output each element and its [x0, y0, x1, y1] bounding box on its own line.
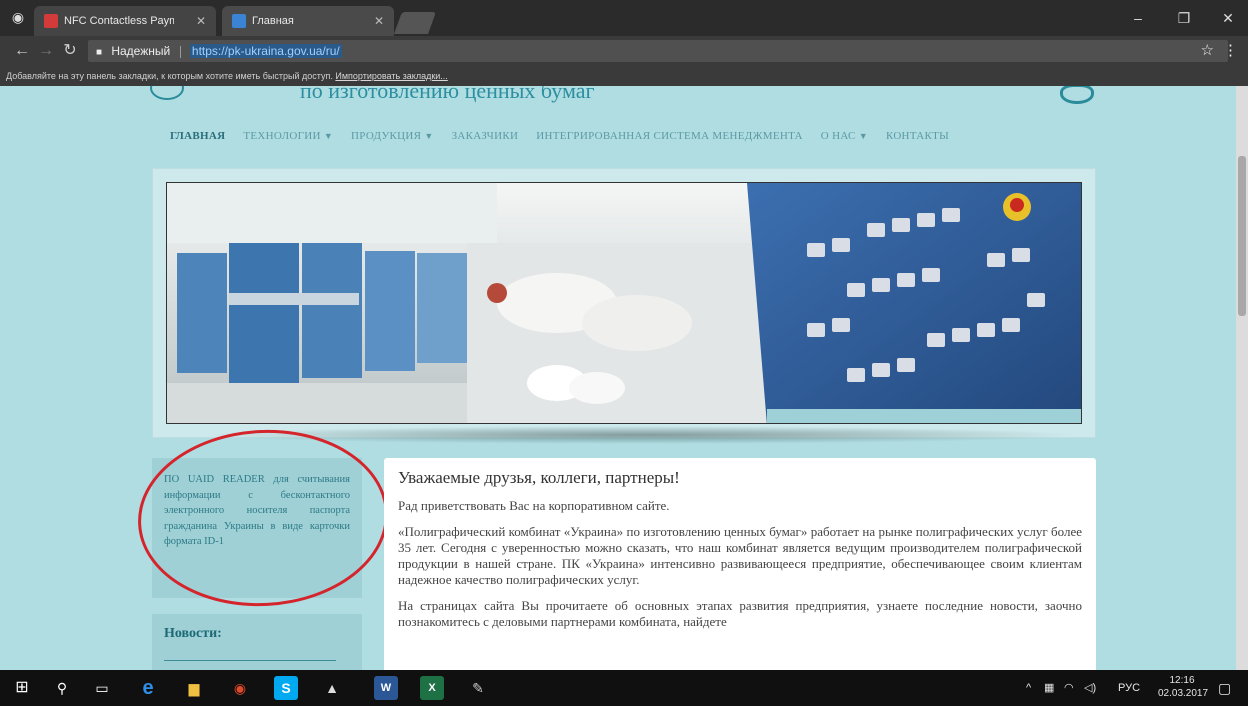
notifications-icon[interactable]: ▢: [1218, 670, 1231, 706]
nav-item-glavnaya[interactable]: ГЛАВНАЯ: [170, 130, 225, 148]
tab-favicon: [232, 14, 246, 28]
back-icon[interactable]: ←: [12, 41, 32, 61]
bookmarks-hint: Добавляйте на эту панель закладки, к кот…: [6, 71, 333, 81]
paint-icon[interactable]: ✎: [466, 676, 490, 700]
browser-toolbar: ← → ↻ ■ Надежный https://pk-ukraina.gov.…: [0, 36, 1248, 66]
chevron-down-icon: ▼: [424, 131, 434, 141]
taskbar-clock[interactable]: 12:16 02.03.2017: [1158, 674, 1209, 700]
volume-icon[interactable]: ◁): [1084, 670, 1096, 706]
tab-nfc[interactable]: NFC Contactless Paymen ✕: [34, 6, 216, 36]
menu-icon[interactable]: ⋮: [1223, 41, 1238, 61]
tab-title: NFC Contactless Paymen: [64, 15, 174, 27]
article-paragraph: На страницах сайта Вы прочитаете об осно…: [398, 598, 1082, 629]
uaid-reader-box[interactable]: ПО UAID READER для считывания информации…: [152, 458, 362, 598]
forward-icon[interactable]: →: [36, 41, 56, 61]
clock-date: 02.03.2017: [1158, 688, 1209, 699]
close-icon[interactable]: ✕: [374, 6, 384, 36]
site-header-text: по изготовлению ценных бумаг: [300, 86, 595, 103]
hero-banner-image: [166, 182, 1082, 424]
windows-start-icon[interactable]: ⊞: [10, 676, 34, 700]
page-scrollbar[interactable]: [1236, 86, 1248, 670]
new-tab-button[interactable]: [393, 12, 437, 34]
tab-glavnaya[interactable]: Главная ✕: [222, 6, 394, 36]
article-paragraph: Рад приветствовать Вас на корпоративном …: [398, 498, 670, 513]
nav-item-zakazchiki[interactable]: ЗАКАЗЧИКИ: [452, 130, 519, 148]
news-title: Новости:: [164, 626, 222, 641]
chevron-down-icon: ▼: [323, 131, 334, 141]
banner-illustration: [167, 183, 1081, 423]
welcome-article: Уважаемые друзья, коллеги, партнеры! Рад…: [384, 458, 1096, 670]
nav-item-kontakty[interactable]: КОНТАКТЫ: [886, 130, 949, 148]
article-paragraph: «Полиграфический комбинат «Украина» по и…: [398, 524, 1082, 587]
photos-icon[interactable]: ▲: [320, 676, 344, 700]
scrollbar-thumb[interactable]: [1238, 156, 1246, 316]
close-icon[interactable]: ✕: [196, 6, 206, 36]
task-view-icon[interactable]: ▭: [90, 676, 114, 700]
news-box: Новости:: [152, 614, 362, 670]
nav-item-ism[interactable]: ИНТЕГРИРОВАННАЯ СИСТЕМА МЕНЕДЖМЕНТА: [536, 130, 803, 148]
chevron-down-icon: ▼: [858, 131, 868, 141]
clock-time: 12:16: [1169, 675, 1195, 686]
bookmarks-bar: Добавляйте на эту панель закладки, к кот…: [0, 66, 1248, 86]
maximize-icon[interactable]: ❐: [1164, 0, 1204, 36]
url-text[interactable]: https://pk-ukraina.gov.ua/ru/: [189, 44, 342, 58]
article-heading: Уважаемые друзья, коллеги, партнеры!: [398, 468, 680, 487]
nav-item-tehnologii[interactable]: ТЕХНОЛОГИИ ▼: [243, 130, 333, 148]
windows-taskbar: ⊞ ⚲ ▭ e ▆ ◉ S ▲ W X ✎ ^ ▦ ◠ ◁) РУС 12:16…: [0, 670, 1248, 706]
chrome-icon[interactable]: ◉: [228, 676, 252, 700]
tray-chevron-icon[interactable]: ^: [1026, 670, 1031, 706]
nav-item-produkciya[interactable]: ПРОДУКЦИЯ ▼: [351, 130, 434, 148]
banner-shadow: [200, 426, 1080, 444]
excel-icon[interactable]: X: [420, 676, 444, 700]
nav-item-o-nas[interactable]: О НАС ▼: [821, 130, 868, 148]
lock-icon: ■: [96, 47, 103, 58]
uaid-reader-link[interactable]: ПО UAID READER для считывания информации…: [164, 472, 350, 550]
skype-icon[interactable]: S: [274, 676, 298, 700]
security-label: Надежный: [111, 44, 171, 58]
wifi-icon[interactable]: ◠: [1064, 670, 1074, 706]
bookmark-star-icon[interactable]: ☆: [1201, 41, 1214, 61]
import-bookmarks-link[interactable]: Импортировать закладки...: [335, 71, 447, 81]
reload-icon[interactable]: ↻: [60, 41, 80, 61]
web-page: по изготовлению ценных бумаг ГЛАВНАЯ ТЕХ…: [0, 86, 1236, 670]
window-close-icon[interactable]: ✕: [1208, 0, 1248, 36]
language-indicator[interactable]: РУС: [1118, 670, 1140, 706]
tab-favicon: [44, 14, 58, 28]
browser-tabbar: ◉ NFC Contactless Paymen ✕ Главная ✕ – ❐…: [0, 0, 1248, 36]
file-explorer-icon[interactable]: ▆: [182, 676, 206, 700]
main-nav: ГЛАВНАЯ ТЕХНОЛОГИИ ▼ ПРОДУКЦИЯ ▼ ЗАКАЗЧИ…: [170, 130, 949, 148]
edge-icon[interactable]: e: [136, 676, 160, 700]
divider: [179, 45, 181, 58]
tab-title: Главная: [252, 15, 294, 27]
network-icon[interactable]: ▦: [1044, 670, 1054, 706]
address-bar[interactable]: ■ Надежный https://pk-ukraina.gov.ua/ru/: [88, 40, 1228, 62]
minimize-icon[interactable]: –: [1118, 0, 1158, 36]
incognito-icon: ◉: [11, 9, 25, 25]
word-icon[interactable]: W: [374, 676, 398, 700]
divider: [164, 660, 336, 661]
search-icon[interactable]: ⚲: [50, 676, 74, 700]
